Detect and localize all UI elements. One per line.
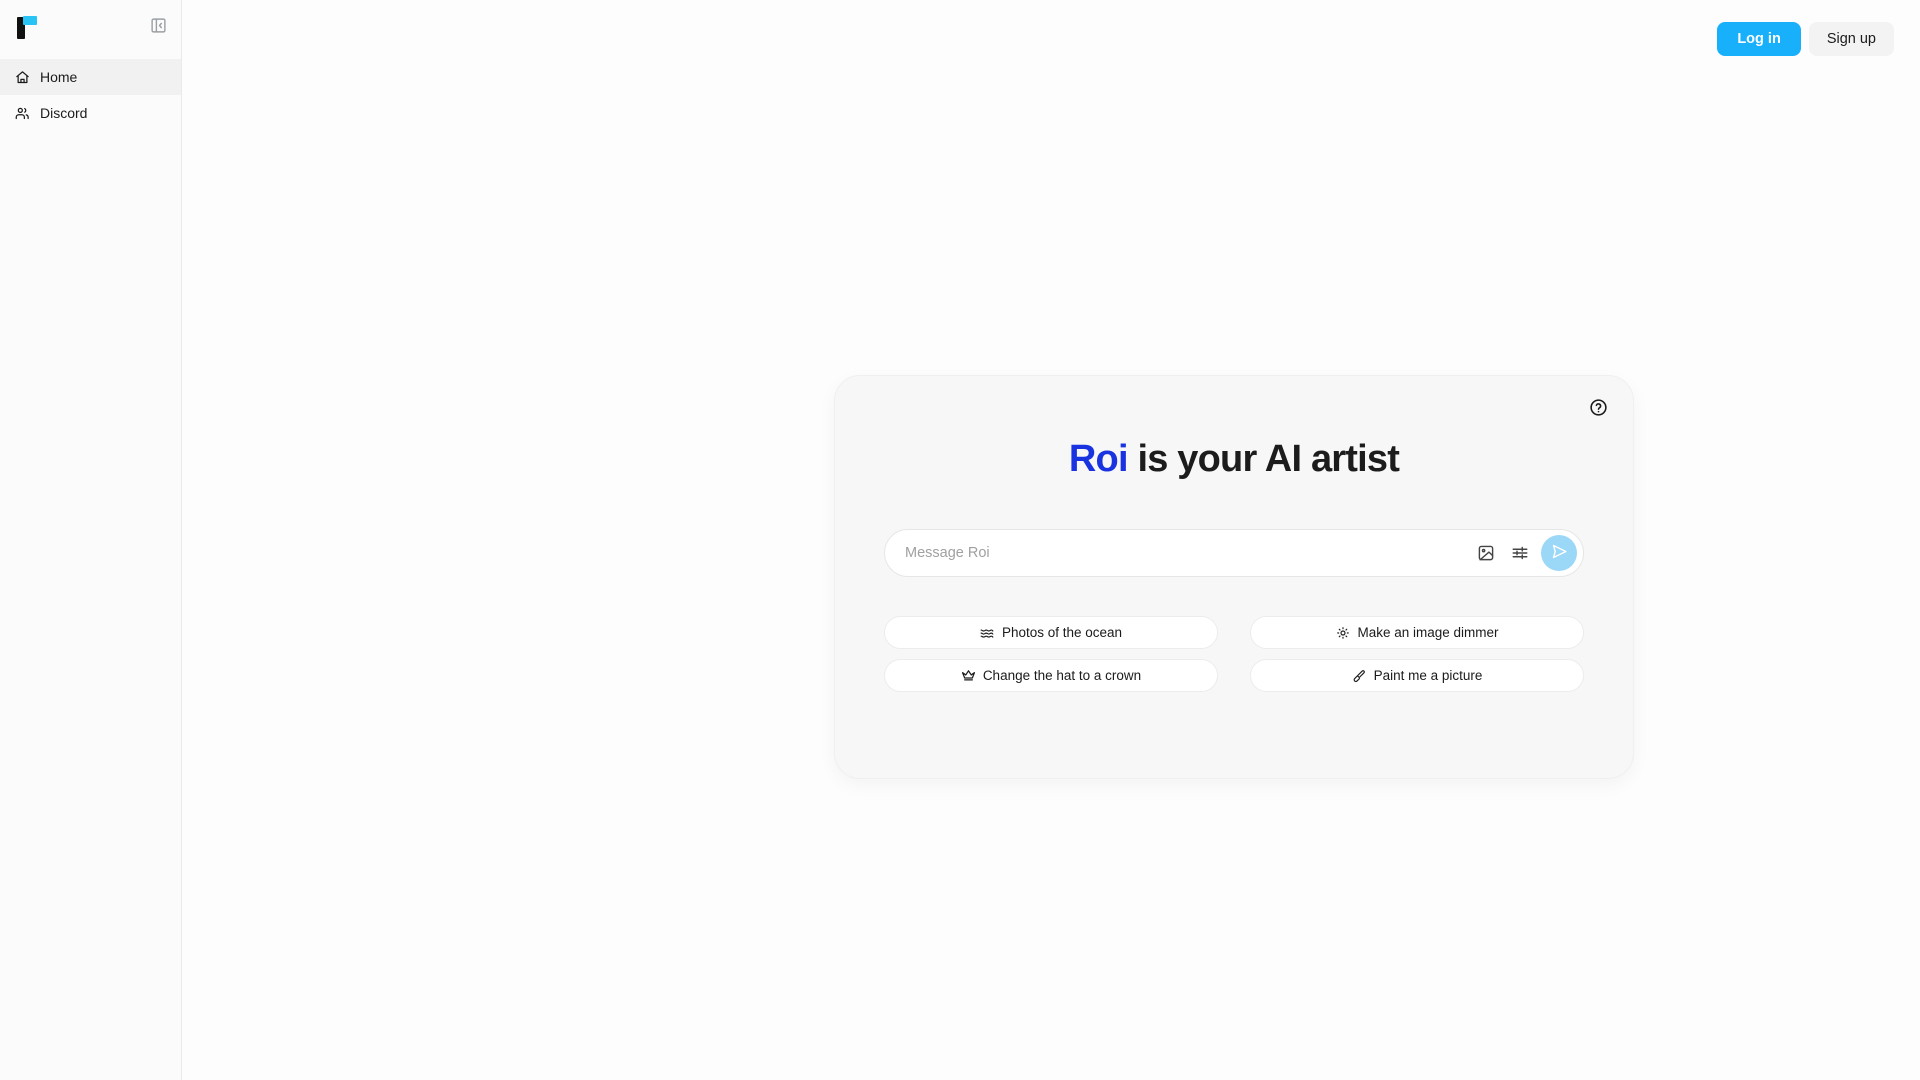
suggestion-chip-label: Make an image dimmer — [1357, 625, 1499, 640]
signup-button[interactable]: Sign up — [1808, 22, 1894, 56]
hero-card: Roi is your AI artist Message Roi Photos… — [834, 375, 1634, 779]
waves-icon — [980, 625, 995, 640]
send-button[interactable] — [1541, 535, 1577, 571]
suggestion-chip-label: Photos of the ocean — [1001, 625, 1123, 640]
sidebar: Home Discord — [0, 0, 182, 1080]
logo-accent — [23, 16, 37, 25]
help-circle-icon[interactable] — [1589, 398, 1609, 418]
sidebar-item-label: Home — [40, 69, 78, 85]
app-root: Home Discord Log in Sign up Roi is your … — [0, 0, 1920, 1080]
suggestion-chip-ocean[interactable]: Photos of the ocean — [884, 616, 1218, 649]
send-icon — [1551, 543, 1568, 563]
suggestion-chip-paint[interactable]: Paint me a picture — [1250, 659, 1584, 692]
suggestion-chip-label: Paint me a picture — [1373, 668, 1483, 683]
sidebar-item-discord[interactable]: Discord — [0, 95, 181, 131]
panel-collapse-icon[interactable] — [147, 14, 169, 36]
home-icon — [14, 69, 30, 85]
message-input[interactable] — [905, 545, 1473, 561]
image-icon[interactable] — [1473, 540, 1499, 566]
suggestion-chips: Photos of the ocean Make an image dimmer — [884, 616, 1584, 692]
sidebar-item-label: Discord — [40, 105, 88, 121]
suggestion-chip-dimmer[interactable]: Make an image dimmer — [1250, 616, 1584, 649]
topbar: Log in Sign up — [1717, 0, 1920, 60]
suggestion-chip-label: Change the hat to a crown — [982, 668, 1142, 683]
sun-dim-icon — [1335, 625, 1350, 640]
page-title-rest: is your AI artist — [1127, 438, 1400, 480]
page-title-brand: Roi — [1068, 438, 1129, 480]
users-icon — [14, 105, 30, 121]
sidebar-nav: Home Discord — [0, 59, 181, 131]
suggestion-chip-crown[interactable]: Change the hat to a crown — [884, 659, 1218, 692]
roi-logo[interactable] — [14, 11, 40, 39]
crown-icon — [961, 668, 976, 683]
paintbrush-icon — [1352, 668, 1367, 683]
main-area: Log in Sign up Roi is your AI artist Mes… — [182, 0, 1920, 1080]
login-button[interactable]: Log in — [1717, 22, 1801, 56]
sidebar-header — [0, 0, 181, 50]
page-title: Roi is your AI artist — [835, 438, 1633, 481]
sidebar-item-home[interactable]: Home — [0, 59, 181, 95]
message-composer — [884, 529, 1584, 577]
sliders-icon[interactable] — [1507, 540, 1533, 566]
